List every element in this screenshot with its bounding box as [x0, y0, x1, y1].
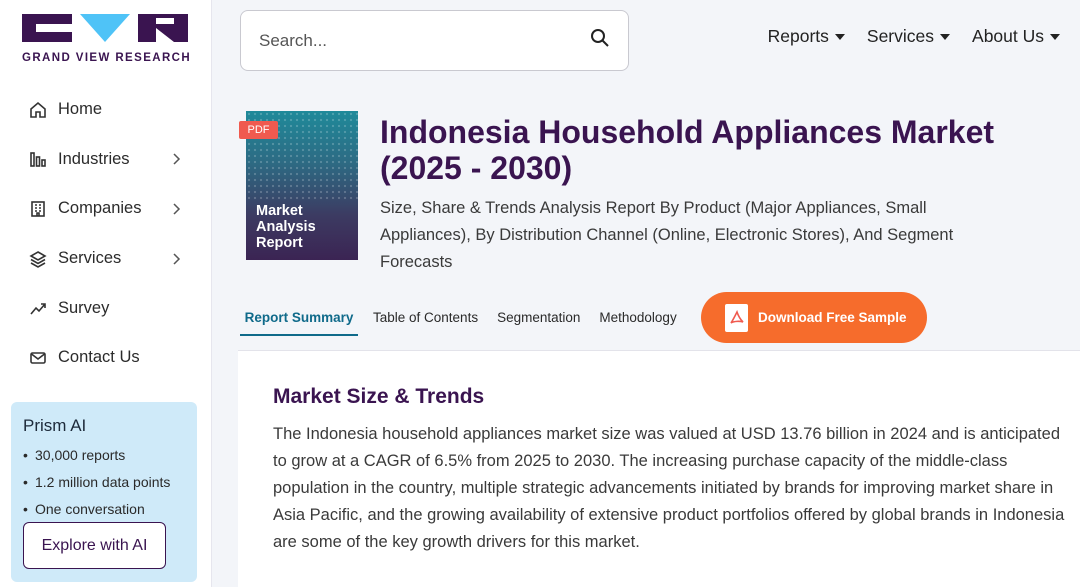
page-subtitle: Size, Share & Trends Analysis Report By … — [380, 199, 954, 271]
cover-text-line: Analysis — [256, 219, 316, 235]
cover-text-line: Report — [256, 235, 303, 251]
logo-text: GRAND VIEW RESEARCH — [22, 52, 192, 64]
cover-text-line: Market — [256, 203, 303, 219]
caret-down-icon — [1050, 33, 1060, 40]
nav-about-us[interactable]: About Us — [972, 26, 1060, 47]
logo-mark — [22, 14, 188, 42]
report-summary-section: Market Size & Trends The Indonesia house… — [238, 351, 1080, 587]
tab-report-summary[interactable]: Report Summary — [240, 300, 358, 336]
sidebar-item-home[interactable]: Home — [0, 85, 212, 135]
sidebar-item-industries[interactable]: Industries — [0, 135, 212, 185]
nav-about-us-label: About Us — [972, 26, 1044, 46]
bar-chart-icon — [28, 149, 48, 169]
sidebar-item-label: Services — [58, 249, 122, 268]
tab-table-of-contents[interactable]: Table of Contents — [369, 300, 482, 336]
caret-down-icon — [940, 33, 951, 40]
prism-feature: One conversation — [23, 496, 185, 523]
sidebar: GRAND VIEW RESEARCH Home Industries Comp… — [0, 0, 212, 587]
mail-icon — [28, 348, 48, 368]
caret-down-icon — [834, 33, 845, 40]
report-tabs: Report Summary Table of Contents Segment… — [240, 300, 692, 338]
nav-services-label: Services — [866, 26, 935, 46]
download-button-label: Download Free Sample — [758, 310, 907, 325]
nav-reports-label: Reports — [767, 26, 829, 46]
cover-text: Market Analysis Report — [256, 203, 316, 251]
sidebar-item-label: Home — [58, 100, 103, 119]
chevron-right-icon — [173, 253, 181, 265]
chevron-right-icon — [173, 203, 181, 215]
grand-view-research-logo[interactable]: GRAND VIEW RESEARCH — [22, 14, 192, 64]
chevron-right-icon — [173, 153, 181, 165]
nav-services[interactable]: Services — [866, 26, 951, 47]
trend-icon — [28, 298, 48, 318]
sidebar-item-label: Survey — [58, 298, 110, 317]
prism-ai-title: Prism AI — [23, 416, 87, 435]
search-input[interactable] — [259, 30, 590, 51]
sidebar-item-label: Industries — [58, 149, 130, 168]
sidebar-item-label: Companies — [58, 199, 142, 218]
sidebar-item-label: Contact Us — [58, 348, 140, 367]
section-body: The Indonesia household appliances marke… — [273, 425, 1065, 551]
nav-reports[interactable]: Reports — [768, 26, 845, 47]
search-bar[interactable] — [240, 10, 629, 71]
page-title: Indonesia Household Appliances Market (2… — [380, 114, 995, 186]
pdf-file-icon — [725, 303, 748, 332]
prism-ai-card: Prism AI 30,000 reports 1.2 million data… — [11, 402, 197, 582]
section-heading: Market Size & Trends — [273, 385, 485, 408]
sidebar-item-services[interactable]: Services — [0, 234, 212, 284]
top-nav: Reports Services About Us — [768, 26, 1060, 47]
prism-feature: 1.2 million data points — [23, 469, 185, 496]
layers-icon — [28, 249, 48, 269]
prism-ai-features: 30,000 reports 1.2 million data points O… — [23, 442, 185, 523]
tab-methodology[interactable]: Methodology — [595, 300, 680, 336]
explore-with-ai-button[interactable]: Explore with AI — [23, 522, 166, 569]
home-icon — [28, 100, 48, 120]
tab-segmentation[interactable]: Segmentation — [493, 300, 584, 336]
sidebar-nav: Home Industries Companies Services Surve… — [0, 85, 212, 383]
search-icon[interactable] — [590, 28, 610, 53]
pdf-badge: PDF — [239, 121, 278, 139]
sidebar-item-survey[interactable]: Survey — [0, 283, 212, 333]
download-free-sample-button[interactable]: Download Free Sample — [701, 292, 927, 343]
prism-feature: 30,000 reports — [23, 442, 185, 469]
sidebar-item-companies[interactable]: Companies — [0, 184, 212, 234]
building-icon — [28, 199, 48, 219]
sidebar-item-contact-us[interactable]: Contact Us — [0, 333, 212, 383]
